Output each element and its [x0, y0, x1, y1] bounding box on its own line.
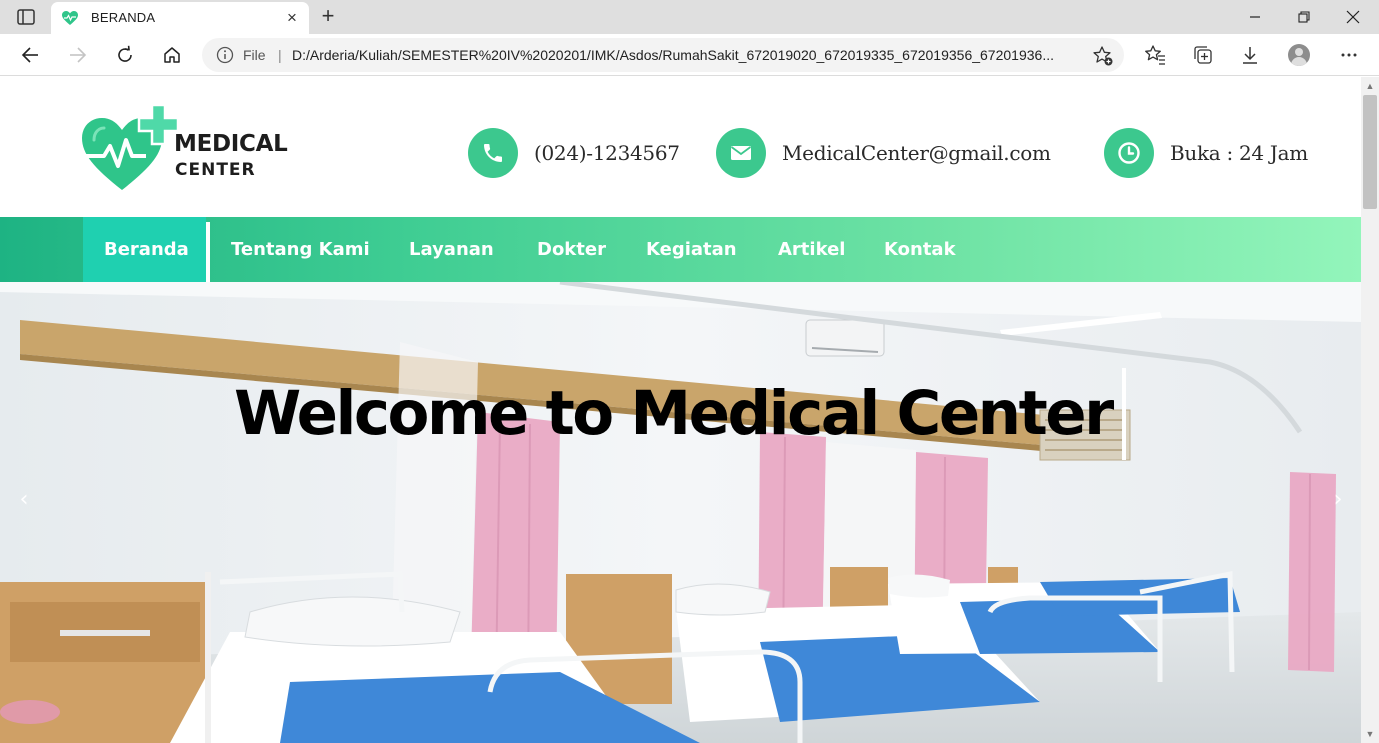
profile-icon[interactable] — [1288, 44, 1310, 66]
contact-email: MedicalCenter@gmail.com — [716, 128, 1051, 178]
site-logo[interactable]: MEDICAL CENTER — [80, 102, 288, 194]
browser-tab-bar: BERANDA × + — [0, 0, 1379, 34]
tab-actions-icon[interactable] — [12, 6, 40, 28]
menu-item-kontak[interactable]: Kontak — [884, 217, 956, 282]
home-icon[interactable] — [157, 40, 187, 70]
minimize-icon[interactable] — [1232, 4, 1278, 30]
contact-phone: (024)-1234567 — [468, 128, 680, 178]
contact-email-text: MedicalCenter@gmail.com — [782, 141, 1051, 165]
more-icon[interactable] — [1334, 40, 1364, 70]
close-tab-icon[interactable]: × — [283, 9, 301, 27]
tab-title: BERANDA — [91, 10, 156, 25]
address-separator: | — [278, 47, 282, 63]
favorites-icon[interactable] — [1140, 40, 1170, 70]
scroll-thumb[interactable] — [1363, 95, 1377, 209]
scroll-down-arrow-icon[interactable]: ▼ — [1361, 729, 1379, 741]
typing-cursor — [1122, 368, 1126, 460]
logo-text-line2: CENTER — [175, 160, 256, 180]
info-icon[interactable] — [216, 46, 234, 64]
contact-phone-text: (024)-1234567 — [534, 141, 680, 165]
restore-icon[interactable] — [1281, 4, 1327, 30]
collections-icon[interactable] — [1188, 40, 1218, 70]
forward-icon[interactable] — [63, 40, 93, 70]
back-icon[interactable] — [15, 40, 45, 70]
menu-item-dokter[interactable]: Dokter — [537, 217, 606, 282]
phone-icon — [468, 128, 518, 178]
download-icon[interactable] — [1235, 40, 1265, 70]
browser-tab[interactable]: BERANDA × — [51, 2, 309, 34]
new-tab-button[interactable]: + — [316, 5, 340, 29]
heart-favicon-icon — [61, 9, 79, 27]
browser-toolbar: File | D:/Arderia/Kuliah/SEMESTER%20IV%2… — [0, 34, 1379, 76]
contact-hours-text: Buka : 24 Jam — [1170, 141, 1308, 165]
address-scheme-label: File — [243, 47, 266, 63]
contact-hours: Buka : 24 Jam — [1104, 128, 1308, 178]
menu-item-artikel[interactable]: Artikel — [778, 217, 845, 282]
address-url[interactable]: D:/Arderia/Kuliah/SEMESTER%20IV%2020201/… — [292, 47, 1092, 63]
clock-icon — [1104, 128, 1154, 178]
add-favorite-icon[interactable] — [1092, 45, 1114, 67]
menu-item-tentang-kami[interactable]: Tentang Kami — [231, 217, 370, 282]
main-nav-menu: Beranda Tentang Kami Layanan Dokter Kegi… — [0, 217, 1361, 288]
hero-carousel: Welcome to Medical Center ‹ › — [0, 282, 1361, 743]
menu-item-layanan[interactable]: Layanan — [409, 217, 494, 282]
carousel-prev-button[interactable]: ‹ — [14, 487, 34, 512]
close-window-icon[interactable] — [1330, 4, 1376, 30]
menu-item-beranda[interactable]: Beranda — [104, 217, 189, 282]
menu-item-kegiatan[interactable]: Kegiatan — [646, 217, 737, 282]
scroll-up-arrow-icon[interactable]: ▲ — [1361, 81, 1379, 93]
hero-title: Welcome to Medical Center — [234, 378, 1114, 449]
hospital-ward-photo — [0, 282, 1361, 743]
envelope-icon — [716, 128, 766, 178]
address-bar[interactable]: File | D:/Arderia/Kuliah/SEMESTER%20IV%2… — [202, 38, 1124, 72]
page-scrollbar[interactable]: ▲ ▼ — [1361, 77, 1379, 743]
refresh-icon[interactable] — [110, 40, 140, 70]
logo-text-line1: MEDICAL — [174, 131, 288, 157]
page-viewport: MEDICAL CENTER (024)-1234567 MedicalCent… — [0, 77, 1361, 743]
carousel-next-button[interactable]: › — [1328, 487, 1348, 512]
